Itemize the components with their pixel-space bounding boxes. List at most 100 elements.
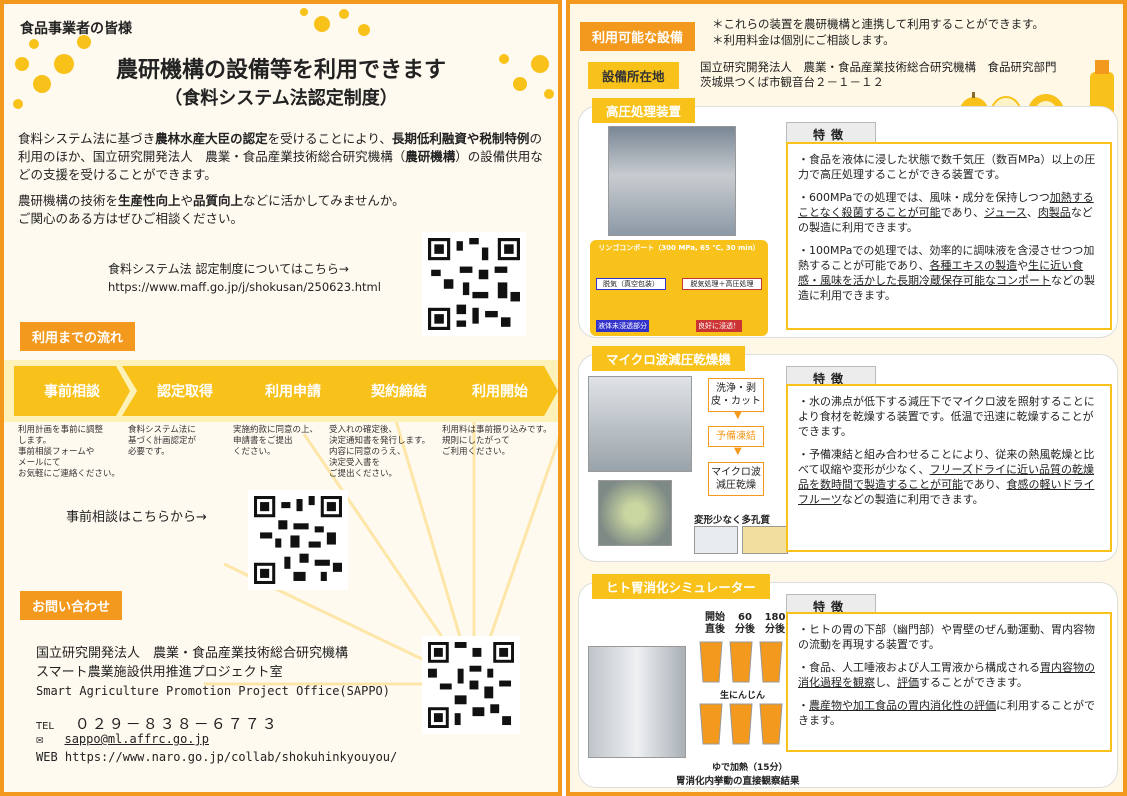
feature-text: ・食品、人工唾液および人工胃液から構成される胃内容物の消化過程を観察し、評価する… [798,660,1100,690]
intro-text: 農研機構の技術を [18,193,119,208]
digestion-result-caption: 胃消化内挙動の直接観察結果 [676,776,800,787]
feature-span: ・ [798,699,809,712]
intro-text: を受けることにより、 [267,131,392,146]
feature-text: ・予備凍結と組み合わせることにより、従来の熱風乾燥と比べて収縮や変形が少なく、フ… [798,447,1100,507]
feature-span: であり、 [963,478,1007,491]
col-sub: 直後 [705,624,725,635]
step-start: 利用開始 [442,366,558,416]
qr-icon [428,642,514,728]
col-head: 60 [738,612,752,623]
step-contract: 契約締結 [336,366,462,416]
microwave-tag: マイクロ波減圧乾燥機 [592,346,745,371]
gastric-simulator-tag: ヒト胃消化シミュレーター [592,574,770,599]
step-desc-line: 実施約款に同意の上、 [233,425,319,435]
feature-text: ・水の沸点が低下する減圧下でマイクロ波を照射することにより食材を乾燥する装置です… [798,395,1095,438]
step-desc-line: 受入れの確定後、 [329,425,398,435]
law-link-label: 食料システム法 認定制度についてはこちら→ [108,262,349,276]
apple-compote-photo: リンゴコンポート（300 MPa, 65 ℃, 30 min） 脱気（真空包装）… [590,240,768,336]
dried-sample-photo-2 [742,526,788,554]
step-desc-line: ご提出ください。 [329,469,398,479]
feature-underlined: 肉製品 [1037,206,1071,219]
step-desc-line: 事前相談フォームや [18,447,95,457]
feature-span: や [1017,259,1029,272]
step-desc-line: 利用料は事前振り込みです。 [442,425,552,435]
feature-span: などの製造に利用できます。 [841,493,984,506]
intro-bold: 品質向上 [193,193,244,208]
dryer-tray-photo [598,480,672,546]
qr-code-consult[interactable] [248,490,348,590]
feature-text: ・100MPaでの処理では、効率的に調味液を含浸させつつ加熱することが可能であり… [798,243,1100,303]
feature-span: ・食品、人工唾液および人工胃液から構成される [798,661,1040,674]
web-label: WEB [36,750,58,764]
left-panel: 食品事業者の皆様 農研機構の設備等を利用できます （食料システム法認定制度） 食… [0,0,562,796]
feature-span: であり、 [940,206,985,219]
email-row: ✉ sappo@ml.affrc.go.jp [36,732,209,746]
process-step-dry: マイクロ波減圧乾燥 [708,462,764,496]
email-link[interactable]: sappo@ml.affrc.go.jp [64,732,209,746]
usage-notes: ＊これらの装置を農研機構と連携して利用することができます。 ＊利用料金は個別にご… [712,16,1044,48]
microwave-features: ・水の沸点が低下する減圧下でマイクロ波を照射することにより食材を乾燥する装置です… [786,384,1112,552]
feature-underlined: 評価 [897,676,919,689]
col-sub: 分後 [735,624,755,635]
compote-label-a: 脱気（真空包装） [596,278,666,290]
step-desc-line: 基づく計画認定が [128,436,197,446]
intro-bold: 農研機構 [405,149,456,164]
tel-number[interactable]: ０２９－８３８－６７７３ [75,715,279,733]
feature-text: ・農産物や加工食品の胃内消化性の評価に利用することができます。 [798,698,1100,728]
note-line: ＊これらの装置を農研機構と連携して利用することができます。 [712,17,1045,31]
boiled-carrot-label: ゆで加熱（15分） [712,763,788,773]
feature-span: し、 [875,676,897,689]
flow-section-tag: 利用までの流れ [20,322,136,351]
step-desc-start: 利用料は事前振り込みです。 規則にしたがって ご利用ください。 [442,425,558,458]
step-desc-line: 食料システム法に [128,425,196,435]
step-desc-line: ください。 [233,447,276,457]
intro-paragraph-2: 農研機構の技術を生産性向上や品質向上などに活かしてみませんか。 ご関心のある方は… [18,192,548,228]
feature-underlined: 各種エキスの製造 [929,259,1018,272]
step-consult: 事前相談 [14,366,130,416]
web-link[interactable]: https://www.naro.go.jp/collab/shokuhinky… [65,750,397,764]
location-tag: 設備所在地 [588,62,679,89]
feature-text: ・600MPaでの処理では、風味・成分を保持しつつ加熱することなく殺菌することが… [798,190,1100,235]
intro-bold: 長期低利融資や税制特例 [391,131,530,146]
qr-code-law[interactable] [422,232,526,336]
process-step-freeze: 予備凍結 [708,426,764,447]
compote-label-c: 液体未浸透部分 [596,320,649,332]
step-desc-line: 内容に同意のうえ、 [329,447,406,457]
qr-icon [428,238,520,330]
org-name: 国立研究開発法人 農業・食品産業技術総合研究機構 [36,646,349,661]
qr-code-web[interactable] [422,636,520,734]
intro-paragraph: 食料システム法に基づき農林水産大臣の認定を受けることにより、長期低利融資や税制特… [18,130,548,184]
compote-label-d: 良好に浸透！ [696,320,742,332]
feature-underlined: ジュース [984,206,1027,219]
feature-underlined: 農産物や加工食品の胃内消化性の評価 [809,699,996,712]
greeting: 食品事業者の皆様 [20,21,132,37]
dried-product-caption: 変形少なく多孔質 [694,515,771,526]
step-desc-line: メールにて [18,458,61,468]
tel-label: TEL [36,721,54,732]
intro-text: などに活かしてみませんか。 [243,193,405,208]
arrow-down-icon: ▼ [734,446,742,457]
step-desc-contract: 受入れの確定後、 決定通知書を発行します。 内容に同意のうえ、 決定受入書を ご提出くだ… [329,425,441,480]
raw-carrot-label: 生にんじん [720,691,766,701]
step-desc-line: 利用計画を事前に調整 [18,425,104,435]
right-panel: 利用可能な設備 ＊これらの装置を農研機構と連携して利用することができます。 ＊利… [566,0,1127,796]
step-desc-apply: 実施約款に同意の上、 申請書をご提出 ください。 [233,425,331,458]
step-desc-line: 決定受入書を [329,458,381,468]
law-link-url[interactable]: https://www.maff.go.jp/j/shokusan/250623… [108,280,381,294]
feature-span: することができます。 [919,676,1028,689]
compote-caption: リンゴコンポート（300 MPa, 65 ℃, 30 min） [598,244,760,252]
step-certify: 認定取得 [122,366,248,416]
high-pressure-tag: 高圧処理装置 [592,98,696,123]
intro-bold: 生産性向上 [118,193,181,208]
org-english-name: Smart Agriculture Promotion Project Offi… [36,684,391,698]
step-desc-line: 規則にしたがって [442,436,510,446]
consult-link-label: 事前相談はこちらから→ [66,510,207,525]
gastric-simulator-features: ・ヒトの胃の下部（幽門部）や胃壁のぜん動運動、胃内容物の流動を再現する装置です。… [786,612,1112,752]
gastric-simulator-photo [588,646,686,758]
intro-bold: 農林水産大臣の認定 [155,131,268,146]
qr-icon [254,496,342,584]
step-desc-line: お気軽にご連絡ください。 [18,469,120,479]
intro-text: や [180,193,194,208]
high-pressure-features: ・食品を液体に浸した状態で数千気圧（数百MPa）以上の圧力で高圧処理することがで… [786,142,1112,330]
note-line: ＊利用料金は個別にご相談します。 [712,33,895,47]
